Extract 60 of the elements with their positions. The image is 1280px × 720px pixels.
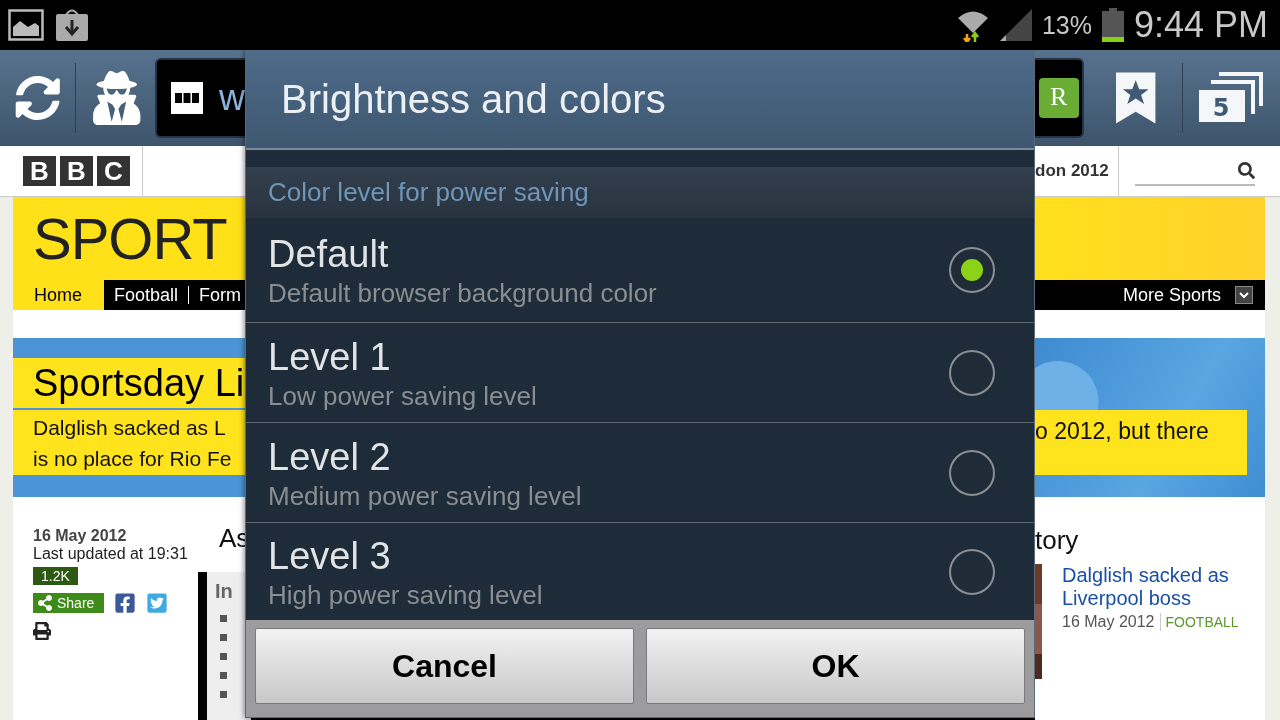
related-heading: tory: [1035, 525, 1080, 556]
option-subtitle: Default browser background color: [268, 277, 658, 309]
cancel-button[interactable]: Cancel: [255, 628, 634, 704]
battery-percent: 13%: [1041, 12, 1092, 38]
address-field[interactable]: w: [155, 58, 245, 138]
option-title: Level 3: [268, 533, 392, 579]
radio-button[interactable]: [948, 547, 996, 596]
option-title: Level 2: [268, 434, 392, 480]
banner-text: Dalglish sacked as L: [33, 415, 227, 441]
twitter-icon[interactable]: [146, 592, 169, 614]
list-bullet: [220, 615, 227, 622]
option-subtitle: Low power saving level: [268, 379, 538, 412]
banner-text: o 2012, but there: [1035, 410, 1247, 475]
logo-letter: B: [23, 156, 56, 186]
option-row[interactable]: Level 1 Low power saving level: [246, 322, 1034, 422]
list-bullet: [220, 672, 227, 679]
story-tag: FOOTBALL: [1160, 614, 1239, 630]
print-icon[interactable]: [33, 622, 51, 640]
gallery-icon: [8, 9, 44, 41]
dialog-title: Brightness and colors: [246, 50, 1034, 150]
radio-button[interactable]: [948, 246, 996, 294]
clock: 9:44 PM: [1133, 7, 1268, 43]
search-icon: [1238, 161, 1255, 179]
windows-icon: [1196, 72, 1263, 124]
download-icon: [54, 7, 90, 43]
logo-letter: B: [60, 156, 93, 186]
logo-letter: C: [97, 156, 130, 186]
signal-icon: [999, 9, 1032, 41]
option-subtitle: Medium power saving level: [268, 479, 583, 512]
refresh-icon[interactable]: [15, 75, 61, 121]
story-link[interactable]: Dalglish sacked as Liverpool boss: [1062, 564, 1247, 610]
header-link[interactable]: don 2012: [1035, 161, 1118, 181]
section-header: Color level for power saving: [246, 167, 1034, 218]
radio-button[interactable]: [948, 348, 996, 397]
list-bullet: [220, 691, 227, 698]
facebook-icon[interactable]: [114, 592, 137, 614]
option-title: Level 1: [268, 334, 392, 380]
site-favicon-icon: [171, 82, 203, 114]
banner-text: is no place for Rio Fe: [33, 446, 233, 472]
ok-button[interactable]: OK: [646, 628, 1025, 704]
list-bullet: [220, 653, 227, 660]
nav-tab[interactable]: Home: [13, 280, 104, 310]
tabs-button[interactable]: 5: [1196, 72, 1262, 124]
story-date: 16 May 2012: [1062, 613, 1161, 631]
option-subtitle: High power saving level: [268, 578, 544, 611]
share-count: 1.2K: [33, 567, 78, 585]
article-date: 16 May 2012: [33, 527, 127, 545]
option-title: Default: [268, 232, 390, 277]
list-bullet: [220, 634, 227, 641]
updated-time: Last updated at 19:31: [33, 545, 188, 563]
option-row[interactable]: Level 2 Medium power saving level: [246, 422, 1034, 522]
share-button[interactable]: Share: [33, 593, 105, 613]
caret-icon[interactable]: [1235, 286, 1253, 304]
radio-button[interactable]: [948, 448, 996, 497]
battery-icon: [1101, 8, 1124, 42]
share-icon: [37, 595, 53, 611]
sport-title: SPORT: [33, 205, 227, 272]
bookmark-star-icon[interactable]: [1116, 72, 1156, 124]
more-sports-link[interactable]: More Sports: [1122, 284, 1221, 306]
box-heading: In: [215, 580, 234, 603]
